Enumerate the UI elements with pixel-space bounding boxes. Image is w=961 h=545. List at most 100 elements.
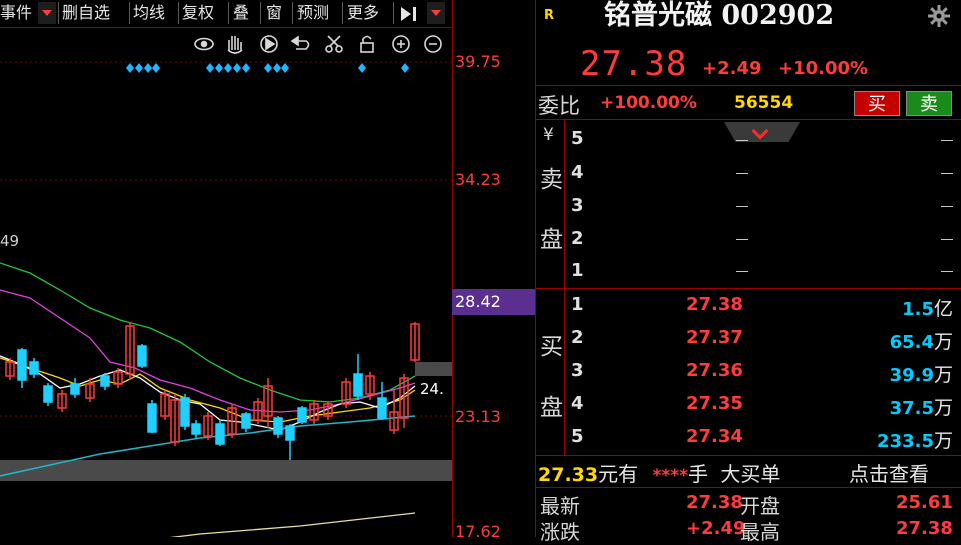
toolbar-remove-watchlist[interactable]: 删自选 <box>62 2 110 24</box>
open-value: 25.61 <box>896 492 953 513</box>
bid-price: 27.35 <box>686 393 743 414</box>
change-value: +2.49 <box>686 518 746 539</box>
undo-icon <box>290 35 310 50</box>
more-dropdown-icon[interactable] <box>427 2 445 24</box>
current-price-tag: 28.42 <box>452 289 536 315</box>
currency-symbol: ¥ <box>543 125 554 145</box>
candlesticks <box>5 322 420 460</box>
toolbar-divider <box>58 2 59 24</box>
volume-band <box>0 460 452 481</box>
ask-label-2: 盘 <box>540 227 563 253</box>
toolbar-divider <box>178 2 179 24</box>
weibi-pct: +100.00% <box>600 93 697 113</box>
ask-price-empty <box>736 206 748 207</box>
grid-lines <box>0 61 452 417</box>
toolbar-adjust[interactable]: 复权 <box>182 2 214 24</box>
bid-volume: 65.4万 <box>889 331 953 353</box>
ask-label-1: 卖 <box>540 167 563 193</box>
ask-level: 4 <box>571 162 584 183</box>
divider <box>536 455 961 456</box>
bid-price: 27.34 <box>686 426 743 447</box>
toolbar-more[interactable]: 更多 <box>347 2 379 24</box>
bid-level: 4 <box>571 393 584 414</box>
latest-label: 最新 <box>540 494 580 518</box>
price-change-pct: +10.00% <box>778 58 869 79</box>
ask-vol-empty <box>941 206 953 207</box>
expand-right-icon[interactable] <box>398 5 420 23</box>
divider <box>536 85 961 86</box>
ask-vol-empty <box>941 239 953 240</box>
weibi-diff: 56554 <box>734 93 794 113</box>
ask-vertical-divider <box>564 120 565 288</box>
bid-volume: 37.5万 <box>889 397 953 419</box>
bid-volume: 233.5万 <box>877 430 953 452</box>
gear-icon[interactable] <box>928 5 950 27</box>
play-icon <box>260 35 278 53</box>
weibi-label: 委比 <box>538 94 580 118</box>
event-markers <box>126 63 409 73</box>
bid-label-2: 盘 <box>540 395 563 421</box>
ma-value-label: 49 <box>0 232 19 250</box>
price-axis-divider <box>452 0 453 537</box>
ask-price-empty <box>736 271 748 272</box>
ask-vol-empty <box>941 140 953 141</box>
ask-level: 2 <box>571 228 584 249</box>
toolbar-divider <box>260 2 261 24</box>
view-details-link[interactable]: 点击查看 <box>849 458 929 486</box>
quote-panel: R 铭普光磁 002902 27.38 +2.49 +10.00% 委比 +10… <box>536 0 961 544</box>
divider <box>536 288 961 289</box>
latest-value: 27.38 <box>686 492 743 513</box>
eye-icon <box>194 37 214 51</box>
ask-level: 5 <box>571 128 584 149</box>
change-label: 涨跌 <box>540 520 580 544</box>
r-badge: R <box>544 8 555 23</box>
bid-price: 27.37 <box>686 327 743 348</box>
buy-button[interactable]: 买 <box>854 91 900 116</box>
toolbar-window[interactable]: 窗 <box>266 2 282 24</box>
ask-vol-empty <box>941 271 953 272</box>
chart-toolbar: 事件 删自选 均线 复权 叠 窗 预测 更多 <box>0 0 452 28</box>
big-order-banner[interactable]: 27.33元有 ****手 大买单 <box>538 458 780 486</box>
ask-price-empty <box>736 239 748 240</box>
price-tick-top: 39.75 <box>455 52 501 71</box>
scissors-icon <box>325 35 343 53</box>
bid-volume: 39.9万 <box>889 364 953 386</box>
toolbar-moving-average[interactable]: 均线 <box>133 2 165 24</box>
kline-chart[interactable]: 49 24. <box>0 28 452 545</box>
ask-level: 1 <box>571 260 584 281</box>
latest-price: 27.38 <box>580 44 688 84</box>
high-label: 最高 <box>740 520 780 544</box>
toolbar-divider <box>292 2 293 24</box>
ask-level: 3 <box>571 195 584 216</box>
toolbar-overlay[interactable]: 叠 <box>233 2 249 24</box>
collapse-chevron-icon[interactable] <box>724 122 800 142</box>
toolbar-events[interactable]: 事件 <box>0 2 32 24</box>
divider <box>536 119 961 120</box>
toolbar-divider <box>342 2 343 24</box>
ask-price-empty <box>736 140 748 141</box>
price-tick-bottom: 17.62 <box>455 522 501 541</box>
toolbar-divider <box>228 2 229 24</box>
sell-button[interactable]: 卖 <box>906 91 952 116</box>
bid-volume: 1.5亿 <box>902 298 953 320</box>
bid-level: 3 <box>571 360 584 381</box>
bid-level: 2 <box>571 327 584 348</box>
ma-long-line <box>102 512 416 545</box>
high-value: 27.38 <box>896 518 953 539</box>
kline-chart-svg: 49 24. <box>0 35 452 545</box>
ask-vol-empty <box>941 173 953 174</box>
ask-price-empty <box>736 173 748 174</box>
last-price-label: 24. <box>420 380 444 398</box>
zoom-out-icon <box>424 35 442 53</box>
toolbar-divider <box>129 2 130 24</box>
bid-price: 27.38 <box>686 294 743 315</box>
price-tick: 34.23 <box>455 170 501 189</box>
price-tick: 23.13 <box>455 407 501 426</box>
zoom-in-icon <box>392 35 410 53</box>
bid-level: 1 <box>571 294 584 315</box>
bid-level: 5 <box>571 426 584 447</box>
toolbar-predict[interactable]: 预测 <box>297 2 329 24</box>
toolbar-divider <box>393 2 394 24</box>
stock-title: 铭普光磁 002902 <box>604 0 835 31</box>
events-dropdown-icon[interactable] <box>38 2 56 24</box>
